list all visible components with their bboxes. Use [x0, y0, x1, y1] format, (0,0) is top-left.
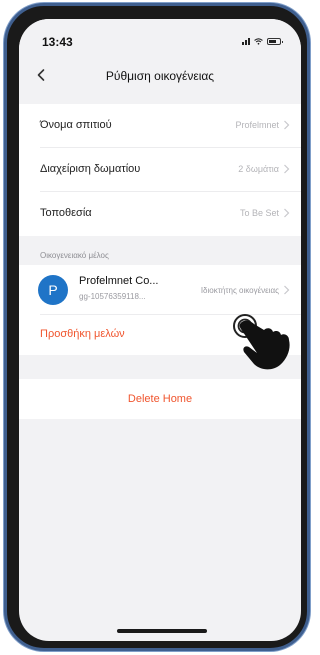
avatar: P — [38, 275, 68, 305]
add-members-label: Προσθήκη μελών — [40, 328, 125, 340]
member-name: Profelmnet Co... — [79, 275, 159, 287]
status-time: 13:43 — [42, 35, 73, 49]
setting-row-home-name[interactable]: Όνομα σπιτιού Profelmnet — [19, 104, 301, 148]
page-title: Ρύθμιση οικογένειας — [105, 69, 215, 83]
status-bar: 13:43 — [19, 19, 301, 59]
members-section-label: Οικογενειακό μέλος — [40, 251, 109, 260]
setting-value: 2 δωμάτια — [238, 164, 279, 174]
chevron-right-icon — [284, 285, 290, 295]
nav-bar: Ρύθμιση οικογένειας — [19, 59, 301, 95]
pointing-hand-icon — [233, 314, 290, 370]
status-icons — [242, 36, 283, 46]
setting-label: Διαχείριση δωματίου — [40, 163, 141, 175]
battery-icon — [267, 37, 283, 45]
member-id: gg-10576359118... — [79, 292, 146, 301]
setting-value: To Be Set — [239, 208, 279, 218]
wifi-icon — [254, 37, 263, 45]
member-role: Ιδιοκτήτης οικογένειας — [200, 286, 279, 295]
setting-row-room-management[interactable]: Διαχείριση δωματίου 2 δωμάτια — [19, 148, 301, 192]
chevron-right-icon — [284, 208, 290, 218]
setting-row-location[interactable]: Τοποθεσία To Be Set — [19, 192, 301, 236]
home-indicator — [117, 629, 207, 633]
delete-home-label: Delete Home — [127, 393, 193, 405]
delete-home-button[interactable]: Delete Home — [19, 379, 301, 419]
signal-icon — [242, 37, 250, 45]
setting-label: Όνομα σπιτιού — [40, 119, 112, 131]
setting-label: Τοποθεσία — [40, 207, 92, 219]
chevron-right-icon — [284, 120, 290, 130]
setting-value: Profelmnet — [235, 120, 279, 130]
chevron-right-icon — [284, 164, 290, 174]
home-settings-card: Όνομα σπιτιού Profelmnet Διαχείριση δωμα… — [19, 104, 301, 236]
